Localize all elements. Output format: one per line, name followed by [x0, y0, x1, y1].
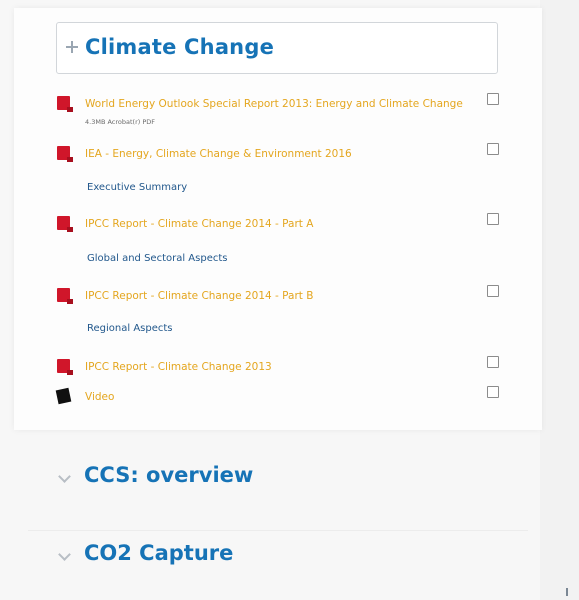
- document-checkbox[interactable]: [487, 93, 499, 105]
- pdf-icon: [57, 216, 73, 232]
- document-subtitle: Global and Sectoral Aspects: [87, 253, 228, 264]
- document-link[interactable]: IPCC Report - Climate Change 2014 - Part…: [85, 288, 463, 305]
- co2-capture-section-header[interactable]: CO2 Capture: [58, 541, 358, 571]
- scroll-edge-mark: [566, 588, 574, 596]
- pdf-icon: [57, 146, 73, 162]
- document-checkbox[interactable]: [487, 356, 499, 368]
- pdf-icon: [57, 96, 73, 112]
- document-link[interactable]: World Energy Outlook Special Report 2013…: [85, 98, 463, 110]
- document-checkbox[interactable]: [487, 143, 499, 155]
- document-meta: 4.3MB Acrobat(r) PDF: [85, 118, 156, 126]
- pdf-icon: [57, 359, 73, 375]
- ccs-overview-section-header[interactable]: CCS: overview: [58, 463, 358, 493]
- chevron-icon[interactable]: [58, 471, 68, 483]
- section-divider: [28, 530, 528, 531]
- section-title-ccs-overview: CCS: overview: [84, 463, 254, 487]
- chevron-icon[interactable]: [58, 549, 68, 561]
- pdf-icon: [57, 288, 73, 304]
- document-checkbox[interactable]: [487, 386, 499, 398]
- video-link[interactable]: Video: [85, 389, 463, 406]
- document-link[interactable]: IPCC Report - Climate Change 2014 - Part…: [85, 216, 463, 233]
- plus-toggle-icon[interactable]: [65, 40, 79, 54]
- document-link[interactable]: IPCC Report - Climate Change 2013: [85, 359, 463, 376]
- document-subtitle: Regional Aspects: [87, 323, 173, 334]
- document-subtitle: Executive Summary: [87, 182, 188, 193]
- video-icon: [55, 387, 72, 405]
- right-column-edge: [540, 0, 579, 600]
- section-title-co2-capture: CO2 Capture: [84, 541, 234, 565]
- document-checkbox[interactable]: [487, 285, 499, 297]
- document-checkbox[interactable]: [487, 213, 499, 225]
- section-title-climate-change: Climate Change: [85, 35, 275, 59]
- climate-change-section-header[interactable]: Climate Change: [56, 22, 498, 74]
- document-link[interactable]: IEA - Energy, Climate Change & Environme…: [85, 146, 463, 163]
